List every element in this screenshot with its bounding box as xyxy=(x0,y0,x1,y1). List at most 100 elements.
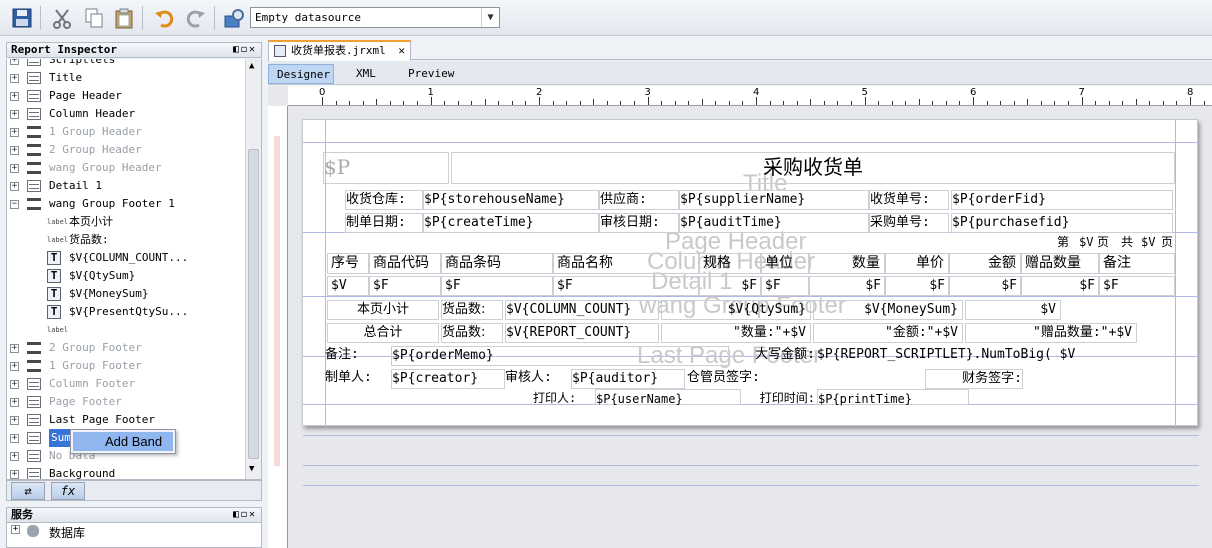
panel-controls-icon[interactable]: ◧◻✕ xyxy=(233,43,257,57)
column-header[interactable]: 备注 xyxy=(1099,253,1175,274)
subtotal-count-field[interactable]: $V{COLUMN_COUNT} xyxy=(505,300,659,320)
tree-item[interactable]: label 货品数: xyxy=(7,231,247,249)
page-number-field[interactable]: 共 xyxy=(1121,233,1139,251)
expand-toggle-icon[interactable]: + xyxy=(10,434,19,443)
expand-toggle-icon[interactable]: + xyxy=(10,110,19,119)
tree-item[interactable]: + wang Group Header xyxy=(7,159,247,177)
save-icon[interactable] xyxy=(8,4,36,32)
tree-item[interactable]: + Title xyxy=(7,69,247,87)
header-field[interactable]: 采购单号: xyxy=(869,213,949,233)
creator-label[interactable]: 制单人: xyxy=(325,369,389,389)
memo-label[interactable]: 备注: xyxy=(325,346,389,366)
detail-field[interactable]: $F xyxy=(553,276,699,296)
tree-item[interactable]: + Detail 1 xyxy=(7,177,247,195)
page-number-field[interactable]: $V xyxy=(1141,233,1163,251)
expand-toggle-icon[interactable]: − xyxy=(10,200,19,209)
header-field[interactable]: 收货单号: xyxy=(869,190,949,210)
subtotal-present-field[interactable]: $V xyxy=(965,300,1061,320)
expand-toggle-icon[interactable]: + xyxy=(10,146,19,155)
detail-field[interactable]: $F xyxy=(441,276,553,296)
detail-field[interactable]: $F xyxy=(885,276,949,296)
column-header[interactable]: 金额 xyxy=(949,253,1021,274)
datasource-select[interactable]: Empty datasource ▼ xyxy=(250,7,500,28)
header-field[interactable]: $P{auditTime} xyxy=(679,213,869,233)
page-number-field[interactable]: 页 xyxy=(1161,233,1177,251)
total-money-field[interactable]: "金额:"+$V xyxy=(813,323,963,343)
tree-item[interactable]: +1 Group Footer xyxy=(7,357,247,375)
tree-item[interactable]: T $V{QtySum} xyxy=(7,267,247,285)
column-header[interactable]: 商品条码 xyxy=(441,253,553,274)
subtotal-count-label[interactable]: 货品数: xyxy=(441,300,503,320)
printer-field[interactable]: $P{userName} xyxy=(595,389,741,406)
subtotal-qty-field[interactable]: $V{QtySum} xyxy=(661,300,811,320)
auditor-field[interactable]: $P{auditor} xyxy=(571,369,685,389)
total-qty-field[interactable]: "数量:"+$V xyxy=(661,323,811,343)
header-field[interactable]: $P{supplierName} xyxy=(679,190,869,210)
printer-label[interactable]: 打印人: xyxy=(533,389,593,405)
header-field[interactable]: 收货仓库: xyxy=(345,190,423,210)
keeper-sign-label[interactable]: 仓管员签字: xyxy=(687,369,777,389)
scroll-thumb[interactable] xyxy=(248,149,259,459)
tree-item[interactable]: + Last Page Footer xyxy=(7,411,247,429)
expand-toggle-icon[interactable]: + xyxy=(10,182,19,191)
header-field[interactable]: $P{purchasefid} xyxy=(951,213,1173,233)
page-number-field[interactable]: 第 xyxy=(1057,233,1077,251)
subtotal-money-field[interactable]: $V{MoneySum} xyxy=(813,300,963,320)
column-header[interactable]: 规格 xyxy=(699,253,761,274)
tab-xml[interactable]: XML xyxy=(348,64,384,84)
tree-item[interactable]: +1 Group Header xyxy=(7,123,247,141)
memo-field[interactable]: $P{orderMemo} xyxy=(391,346,729,366)
tree-item[interactable]: label xyxy=(7,321,247,339)
expand-icon[interactable]: + xyxy=(11,525,20,534)
detail-field[interactable]: $F xyxy=(1099,276,1175,296)
detail-field[interactable]: $F xyxy=(949,276,1021,296)
detail-field[interactable]: $F xyxy=(369,276,441,296)
add-band-menu-item[interactable]: Add Band xyxy=(73,432,173,451)
expand-toggle-icon[interactable]: + xyxy=(10,380,19,389)
expand-toggle-icon[interactable]: + xyxy=(10,128,19,137)
undo-icon[interactable] xyxy=(150,4,178,32)
expand-toggle-icon[interactable]: + xyxy=(10,452,19,461)
tree-item[interactable]: +2 Group Footer xyxy=(7,339,247,357)
tree-item[interactable]: + Column Footer xyxy=(7,375,247,393)
paste-icon[interactable] xyxy=(110,4,138,32)
detail-field[interactable]: $V xyxy=(327,276,369,296)
tree-item[interactable]: T $V{MoneySum} xyxy=(7,285,247,303)
amount-label[interactable]: 大写金额: xyxy=(731,346,815,366)
header-field[interactable]: $P{orderFid} xyxy=(951,190,1173,210)
tree-item[interactable]: T $V{COLUMN_COUNT... xyxy=(7,249,247,267)
run-report-icon[interactable] xyxy=(220,4,248,32)
close-icon[interactable]: ✕ xyxy=(398,42,405,59)
chevron-down-icon[interactable]: ▼ xyxy=(481,8,499,27)
tree-item[interactable]: + Background xyxy=(7,465,247,479)
expand-toggle-icon[interactable]: + xyxy=(10,416,19,425)
creator-field[interactable]: $P{creator} xyxy=(391,369,505,389)
inspector-scrollbar[interactable]: ▲ ▼ xyxy=(245,59,261,479)
total-label[interactable]: 总合计 xyxy=(327,323,439,343)
column-header[interactable]: 序号 xyxy=(327,253,369,274)
tree-item[interactable]: label 本页小计 xyxy=(7,213,247,231)
scroll-up-icon[interactable]: ▲ xyxy=(249,61,254,71)
expression-icon[interactable]: fx xyxy=(51,482,85,500)
header-field[interactable]: 审核日期: xyxy=(599,213,679,233)
page-number-field[interactable]: $V xyxy=(1079,233,1099,251)
scroll-down-icon[interactable]: ▼ xyxy=(249,464,254,474)
structure-view-icon[interactable]: ⇄ xyxy=(11,482,45,500)
tree-item[interactable]: + Page Header xyxy=(7,87,247,105)
tree-item[interactable]: − wang Group Footer 1 xyxy=(7,195,247,213)
total-count-field[interactable]: $V{REPORT_COUNT} xyxy=(505,323,659,343)
finance-sign-label[interactable]: 财务签字: xyxy=(925,369,1023,389)
column-header[interactable]: 数量 xyxy=(809,253,885,274)
total-present-field[interactable]: "赠品数量:"+$V xyxy=(965,323,1137,343)
print-time-label[interactable]: 打印时间: xyxy=(743,389,815,405)
expand-toggle-icon[interactable]: + xyxy=(10,92,19,101)
column-header[interactable]: 单价 xyxy=(885,253,949,274)
column-header[interactable]: 赠品数量 xyxy=(1021,253,1099,274)
expand-toggle-icon[interactable]: + xyxy=(10,74,19,83)
detail-field[interactable]: $F xyxy=(699,276,761,296)
tree-item[interactable]: T $V{PresentQtySu... xyxy=(7,303,247,321)
tab-preview[interactable]: Preview xyxy=(400,64,462,84)
expand-toggle-icon[interactable]: + xyxy=(10,59,19,65)
detail-field[interactable]: $F xyxy=(1021,276,1099,296)
detail-field[interactable]: $F xyxy=(761,276,809,296)
